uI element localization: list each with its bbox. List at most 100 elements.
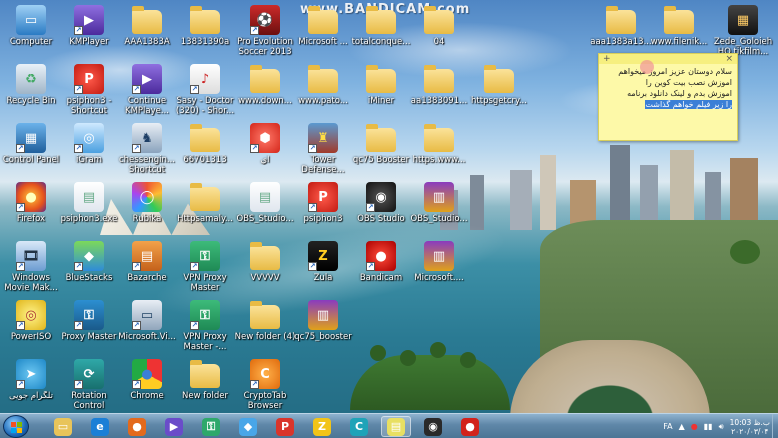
desktop-icon-control[interactable]: ▦ ↗ Control Panel bbox=[0, 123, 62, 165]
desktop-icon-bazarche[interactable]: ▤ ↗ Bazarche bbox=[116, 241, 178, 283]
desktop-icon-obs[interactable]: ◉ ↗ OBS Studio bbox=[350, 182, 412, 224]
desktop-icon-chess[interactable]: ♞ ↗ chessengin... Shortcut bbox=[116, 123, 178, 175]
desktop-icon-folder[interactable]: aaa1383a13... bbox=[590, 5, 652, 47]
desktop-icon-firefox[interactable]: ● ↗ Firefox bbox=[0, 182, 62, 224]
desktop-icon-folder[interactable]: qc75 Booster bbox=[350, 123, 412, 165]
taskbar-ie-button[interactable]: e bbox=[85, 416, 115, 437]
desktop-icon-rubika[interactable]: ◯ Rubika bbox=[116, 182, 178, 224]
shortcut-arrow-icon: ↗ bbox=[366, 262, 375, 271]
desktop-icon-folder[interactable]: www.pato... bbox=[292, 64, 354, 106]
desktop-icon-label: https.www... bbox=[412, 155, 466, 165]
desktop-icon-winrar[interactable]: ▥ qc75_booster bbox=[292, 300, 354, 342]
desktop-icon-file[interactable]: ▤ OBS_Studio... bbox=[234, 182, 296, 224]
desktop-icon-igram[interactable]: ◎ ↗ iGram bbox=[58, 123, 120, 165]
desktop-icon-psiphon[interactable]: P ↗ psiphon3 - Shortcut bbox=[58, 64, 120, 116]
desktop-icon-computer[interactable]: ▭ Computer bbox=[0, 5, 62, 47]
desktop-icon-folder[interactable]: New folder (4) bbox=[234, 300, 296, 342]
desktop-icon-rotation[interactable]: ⟳ ↗ Rotation Control bbox=[58, 359, 120, 411]
desktop-icon-ai[interactable]: ⬢ ↗ اي bbox=[234, 123, 296, 165]
recycle-icon: ♻ bbox=[16, 64, 46, 94]
taskbar-firefox-button[interactable]: ● bbox=[122, 416, 152, 437]
desktop-icon-folder[interactable]: Httpsamaly... bbox=[174, 182, 236, 224]
sticky-close-icon[interactable]: × bbox=[725, 54, 733, 64]
desktop-icon-poweriso[interactable]: ◎ ↗ PowerISO bbox=[0, 300, 62, 342]
desktop-icon-psiphon[interactable]: P ↗ psiphon3 bbox=[292, 182, 354, 224]
volume-icon[interactable]: 🔊︎ bbox=[719, 422, 724, 432]
clock[interactable]: 10:03 ب.ظ ۲۰۲۰/۰۳/۰۴ bbox=[730, 418, 770, 436]
desktop-icon-label: 13831390a bbox=[180, 37, 230, 47]
desktop-icon-folder[interactable]: httpsgetcry... bbox=[468, 64, 530, 106]
taskbar-cryptotab-button[interactable]: C bbox=[344, 416, 374, 437]
desktop-icon-vpn[interactable]: ⚿ ↗ VPN Proxy Master -... bbox=[174, 300, 236, 352]
clock-date: ۲۰۲۰/۰۳/۰۴ bbox=[731, 426, 769, 436]
start-button[interactable] bbox=[3, 415, 29, 438]
tray-arrow-icon[interactable]: ▲ bbox=[679, 422, 685, 431]
record-icon[interactable]: ● bbox=[691, 422, 698, 431]
network-icon[interactable]: ▮▮ bbox=[704, 422, 713, 431]
desktop-icon-cryptotab[interactable]: C ↗ CryptoTab Browser bbox=[234, 359, 296, 411]
desktop-icon-tower[interactable]: ♜ ↗ Tower Defense... bbox=[292, 123, 354, 175]
desktop-icon-proxy[interactable]: ⚿ ↗ Proxy Master bbox=[58, 300, 120, 342]
desktop-icon-folder[interactable]: AAA1383A bbox=[116, 5, 178, 47]
taskbar-sticky-notes-button[interactable]: ▤ bbox=[381, 416, 411, 437]
desktop-icon-label: iGram bbox=[76, 155, 102, 165]
file-icon: ▤ bbox=[250, 182, 280, 212]
shortcut-arrow-icon: ↗ bbox=[308, 144, 317, 153]
folder-icon bbox=[250, 64, 280, 94]
desktop-icon-chrome[interactable]: ● ↗ Chrome bbox=[116, 359, 178, 401]
desktop-icon-vpn[interactable]: ⚿ ↗ VPN Proxy Master bbox=[174, 241, 236, 293]
desktop-icon-pes[interactable]: ⚽↗Pro Evolution Soccer 2013 ... bbox=[234, 5, 296, 57]
chess-icon: ♞ ↗ bbox=[132, 123, 162, 153]
taskbar-obs-button[interactable]: ◉ bbox=[418, 416, 448, 437]
desktop-icon-folder[interactable]: https.www... bbox=[408, 123, 470, 165]
desktop-icon-recycle[interactable]: ♻ Recycle Bin bbox=[0, 64, 62, 106]
zula-icon: Z bbox=[313, 417, 331, 436]
desktop-icon-folder[interactable]: aa1383091... bbox=[408, 64, 470, 106]
desktop-icon-sasy[interactable]: ♪ ↗ Sasy - Doctor (320) - Shor... bbox=[174, 64, 236, 116]
desktop-icon-label: psiphon3.exe bbox=[60, 214, 118, 224]
desktop-icon-folder[interactable]: iMiner bbox=[350, 64, 412, 106]
chrome-icon: ● ↗ bbox=[132, 359, 162, 389]
sticky-note-text[interactable]: سلام دوستان عزیز امروز میخواهم اموزش نصب… bbox=[599, 64, 737, 112]
desktop-icon-winrar[interactable]: ▥ OBS_Studio... bbox=[408, 182, 470, 224]
mouse-cursor-highlight bbox=[640, 60, 654, 74]
desktop-icon-kmplayer[interactable]: ▶ ↗ KMPlayer bbox=[58, 5, 120, 47]
sticky-note-bar[interactable]: + × bbox=[599, 54, 737, 64]
desktop[interactable]: www.BANDICAM.com ▭Computer▶↗KMPlayerAAA1… bbox=[0, 0, 778, 413]
desktop-icon-folder[interactable]: Microsoft ... bbox=[292, 5, 354, 47]
desktop-icon-folder[interactable]: 04 bbox=[408, 5, 470, 47]
desktop-icon-folder[interactable]: 13831390a bbox=[174, 5, 236, 47]
desktop-icon-label: PowerISO bbox=[10, 332, 52, 342]
desktop-icon-zula[interactable]: Z ↗ Zula bbox=[292, 241, 354, 283]
desktop-icon-label: Microsoft.Vi... bbox=[118, 332, 176, 342]
taskbar-zula-button[interactable]: Z bbox=[307, 416, 337, 437]
desktop-icon-folder[interactable]: 66701313 bbox=[174, 123, 236, 165]
desktop-icon-kmplayer[interactable]: ▶ ↗ Continue KMPlaye... bbox=[116, 64, 178, 116]
desktop-icon-telegram[interactable]: ➤ ↗ تلگرام جویی bbox=[0, 359, 62, 401]
taskbar-psiphon-button[interactable]: P bbox=[270, 416, 300, 437]
desktop-icon-folder[interactable]: totalconque... bbox=[350, 5, 412, 47]
desktop-icon-winrar[interactable]: ▥ Microsoft.... bbox=[408, 241, 470, 283]
taskbar-kmplayer-button[interactable]: ▶ bbox=[159, 416, 189, 437]
desktop-icon-bluestacks[interactable]: ◆ ↗ BlueStacks bbox=[58, 241, 120, 283]
taskbar-vpn-button[interactable]: ⚿ bbox=[196, 416, 226, 437]
desktop-icon-video[interactable]: ▦ Zede_Goloieh HQ.tikfilm... bbox=[712, 5, 774, 57]
show-desktop-button[interactable] bbox=[772, 414, 778, 438]
desktop-icon-label: OBS_Studio... bbox=[410, 214, 468, 224]
desktop-icon-moviemaker[interactable]: 🎞︎ ↗ Windows Movie Mak... bbox=[0, 241, 62, 293]
taskbar-bluestacks-button[interactable]: ◆ bbox=[233, 416, 263, 437]
sticky-add-icon[interactable]: + bbox=[603, 54, 611, 64]
desktop-icon-label: Proxy Master bbox=[61, 332, 117, 342]
sticky-note[interactable]: + × سلام دوستان عزیز امروز میخواهم اموزش… bbox=[598, 53, 738, 141]
desktop-icon-folder[interactable]: www.down... bbox=[234, 64, 296, 106]
desktop-icon-bandicam[interactable]: ● ↗ Bandicam bbox=[350, 241, 412, 283]
taskbar-bandicam-button[interactable]: ● bbox=[455, 416, 485, 437]
vpn-icon: ⚿ ↗ bbox=[190, 241, 220, 271]
desktop-icon-folder[interactable]: VVVVV bbox=[234, 241, 296, 283]
desktop-icon-file[interactable]: ▤ psiphon3.exe bbox=[58, 182, 120, 224]
language-indicator[interactable]: FA bbox=[663, 422, 672, 431]
desktop-icon-folder[interactable]: www.filenik... bbox=[648, 5, 710, 47]
desktop-icon-folder[interactable]: New folder bbox=[174, 359, 236, 401]
taskbar-explorer-button[interactable]: ▭ bbox=[48, 416, 78, 437]
desktop-icon-monitor[interactable]: ▭ ↗ Microsoft.Vi... bbox=[116, 300, 178, 342]
